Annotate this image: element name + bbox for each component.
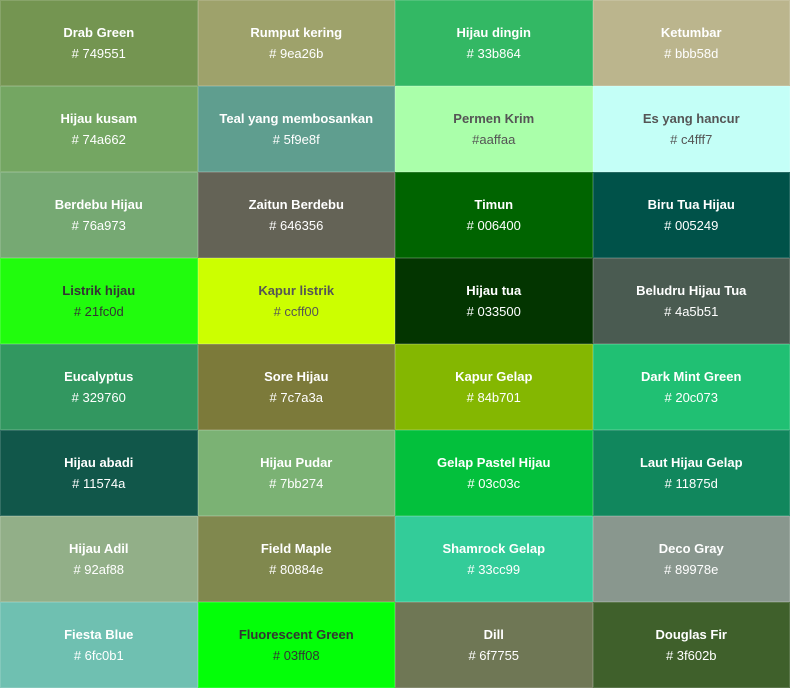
color-cell[interactable]: Kapur listrik # ccff00: [198, 258, 396, 344]
color-name: Douglas Fir: [655, 627, 727, 644]
color-name: Kapur Gelap: [455, 369, 532, 386]
color-cell[interactable]: Dill # 6f7755: [395, 602, 593, 688]
color-name: Sore Hijau: [264, 369, 328, 386]
color-code: # bbb58d: [664, 46, 718, 61]
color-cell[interactable]: Beludru Hijau Tua # 4a5b51: [593, 258, 790, 344]
color-cell[interactable]: Laut Hijau Gelap # 11875d: [593, 430, 790, 516]
color-cell[interactable]: Field Maple # 80884e: [198, 516, 396, 602]
color-grid: Drab Green # 749551 Rumput kering # 9ea26b H…: [0, 0, 790, 688]
color-code: # 33cc99: [467, 562, 520, 577]
color-code: # ccff00: [274, 304, 319, 319]
color-code: # 33b864: [467, 46, 521, 61]
color-name: Gelap Pastel Hijau: [437, 455, 550, 472]
color-code: # 03ff08: [273, 648, 320, 663]
color-name: Fiesta Blue: [64, 627, 133, 644]
color-cell[interactable]: Hijau tua # 033500: [395, 258, 593, 344]
color-name: Drab Green: [63, 25, 134, 42]
color-cell[interactable]: Hijau abadi # 11574a: [0, 430, 198, 516]
color-code: # 749551: [72, 46, 126, 61]
color-cell[interactable]: Teal yang membosankan # 5f9e8f: [198, 86, 396, 172]
color-code: # 6fc0b1: [74, 648, 124, 663]
color-cell[interactable]: Hijau kusam # 74a662: [0, 86, 198, 172]
color-name: Timun: [474, 197, 513, 214]
color-code: # 7c7a3a: [270, 390, 324, 405]
color-cell[interactable]: Timun # 006400: [395, 172, 593, 258]
color-cell[interactable]: Gelap Pastel Hijau # 03c03c: [395, 430, 593, 516]
color-code: # 20c073: [665, 390, 719, 405]
color-cell[interactable]: Douglas Fir # 3f602b: [593, 602, 790, 688]
color-name: Berdebu Hijau: [55, 197, 143, 214]
color-name: Deco Gray: [659, 541, 724, 558]
color-cell[interactable]: Sore Hijau # 7c7a3a: [198, 344, 396, 430]
color-cell[interactable]: Ketumbar # bbb58d: [593, 0, 790, 86]
color-name: Shamrock Gelap: [442, 541, 545, 558]
color-name: Hijau kusam: [60, 111, 137, 128]
color-code: # 329760: [72, 390, 126, 405]
color-cell[interactable]: Zaitun Berdebu # 646356: [198, 172, 396, 258]
color-name: Field Maple: [261, 541, 332, 558]
color-code: # 006400: [467, 218, 521, 233]
color-code: # 11875d: [665, 476, 718, 491]
color-cell[interactable]: Permen Krim #aaffaa: [395, 86, 593, 172]
color-cell[interactable]: Fluorescent Green # 03ff08: [198, 602, 396, 688]
color-name: Dill: [484, 627, 504, 644]
color-code: # 4a5b51: [664, 304, 718, 319]
color-cell[interactable]: Hijau Adil # 92af88: [0, 516, 198, 602]
color-cell[interactable]: Kapur Gelap # 84b701: [395, 344, 593, 430]
color-cell[interactable]: Fiesta Blue # 6fc0b1: [0, 602, 198, 688]
color-code: # 92af88: [73, 562, 124, 577]
color-cell[interactable]: Biru Tua Hijau # 005249: [593, 172, 790, 258]
color-code: # 80884e: [269, 562, 323, 577]
color-cell[interactable]: Deco Gray # 89978e: [593, 516, 790, 602]
color-cell[interactable]: Berdebu Hijau # 76a973: [0, 172, 198, 258]
color-code: # 6f7755: [468, 648, 519, 663]
color-code: # 89978e: [664, 562, 718, 577]
color-cell[interactable]: Rumput kering # 9ea26b: [198, 0, 396, 86]
color-code: #aaffaa: [472, 132, 515, 147]
color-cell[interactable]: Hijau Pudar # 7bb274: [198, 430, 396, 516]
color-name: Dark Mint Green: [641, 369, 741, 386]
color-cell[interactable]: Drab Green # 749551: [0, 0, 198, 86]
color-code: # 646356: [269, 218, 323, 233]
color-code: # 11574a: [72, 476, 125, 491]
color-name: Hijau dingin: [457, 25, 531, 42]
color-cell[interactable]: Listrik hijau # 21fc0d: [0, 258, 198, 344]
color-code: # 033500: [467, 304, 521, 319]
color-code: # 3f602b: [666, 648, 717, 663]
color-name: Hijau abadi: [64, 455, 133, 472]
color-code: # 74a662: [72, 132, 126, 147]
color-name: Kapur listrik: [258, 283, 334, 300]
color-code: # 76a973: [72, 218, 126, 233]
color-name: Permen Krim: [453, 111, 534, 128]
color-code: # c4fff7: [670, 132, 712, 147]
color-name: Es yang hancur: [643, 111, 740, 128]
color-cell[interactable]: Dark Mint Green # 20c073: [593, 344, 790, 430]
color-code: # 84b701: [467, 390, 521, 405]
color-name: Listrik hijau: [62, 283, 135, 300]
color-code: # 03c03c: [467, 476, 520, 491]
color-cell[interactable]: Hijau dingin # 33b864: [395, 0, 593, 86]
color-code: # 9ea26b: [269, 46, 323, 61]
color-name: Eucalyptus: [64, 369, 133, 386]
color-code: # 21fc0d: [74, 304, 124, 319]
color-cell[interactable]: Es yang hancur # c4fff7: [593, 86, 790, 172]
color-name: Laut Hijau Gelap: [640, 455, 743, 472]
color-name: Teal yang membosankan: [219, 111, 373, 128]
color-name: Ketumbar: [661, 25, 722, 42]
color-code: # 7bb274: [269, 476, 323, 491]
color-cell[interactable]: Eucalyptus # 329760: [0, 344, 198, 430]
color-code: # 5f9e8f: [273, 132, 320, 147]
color-name: Rumput kering: [250, 25, 342, 42]
color-name: Biru Tua Hijau: [648, 197, 735, 214]
color-code: # 005249: [664, 218, 718, 233]
color-name: Hijau Adil: [69, 541, 128, 558]
color-name: Hijau tua: [466, 283, 521, 300]
color-name: Fluorescent Green: [239, 627, 354, 644]
color-name: Hijau Pudar: [260, 455, 332, 472]
color-name: Zaitun Berdebu: [249, 197, 344, 214]
color-name: Beludru Hijau Tua: [636, 283, 746, 300]
color-cell[interactable]: Shamrock Gelap # 33cc99: [395, 516, 593, 602]
